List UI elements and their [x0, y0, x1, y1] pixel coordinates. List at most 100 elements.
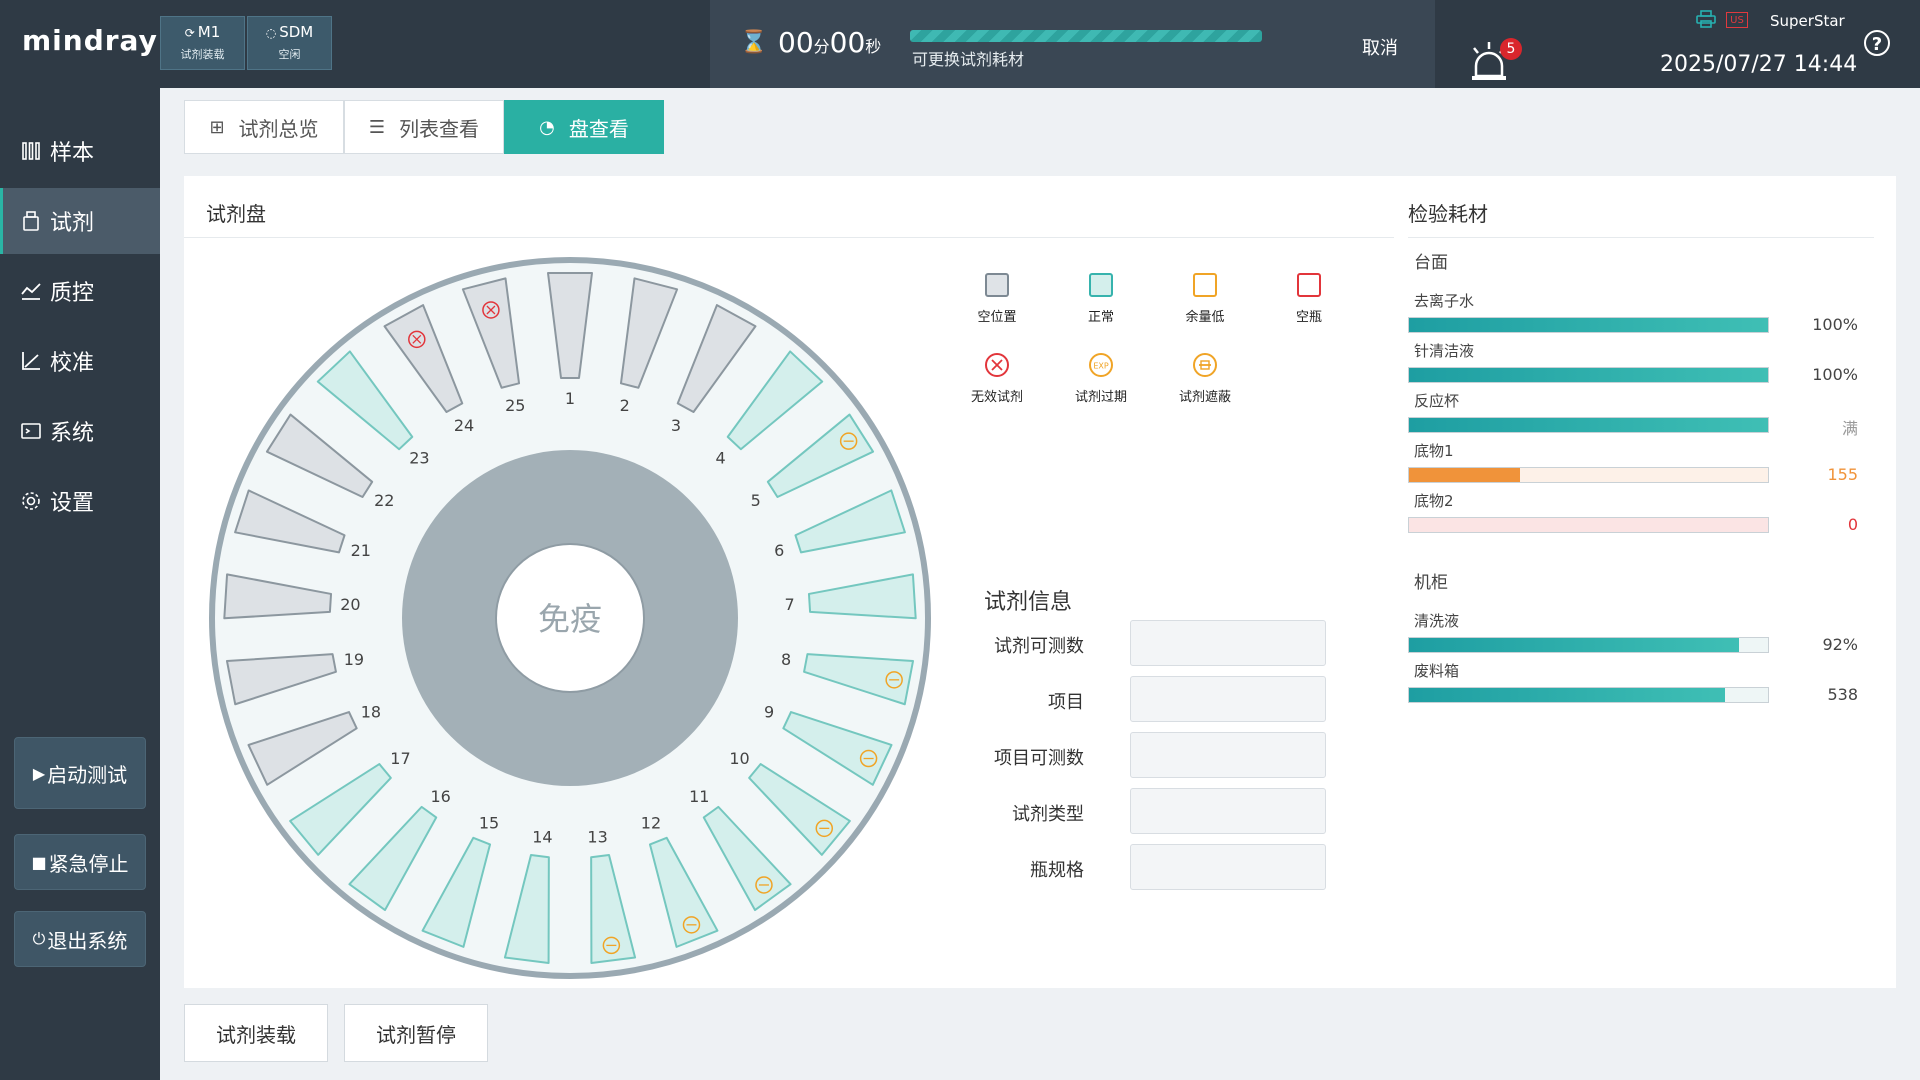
exit-system-button-label: 退出系统 [47, 928, 128, 953]
legend-invalid: 无效试剂 [957, 352, 1037, 405]
nav-item-label: 试剂 [50, 211, 95, 236]
timer-progress-bar [910, 30, 1262, 42]
tray-title: 试剂盘 [206, 202, 266, 226]
view-tabs: ⊞ 试剂总览 ☰ 列表查看 ◔ 盘查看 [184, 100, 664, 156]
nav-item-reagent[interactable]: 试剂 [0, 188, 160, 254]
nav-item-label: 系统 [50, 421, 95, 446]
system-icon [20, 420, 42, 442]
disc-icon: ◔ [539, 116, 555, 138]
start-test-button[interactable]: ▶ 启动测试 [14, 737, 146, 809]
consumable-level-bar [1408, 687, 1769, 703]
printer-icon[interactable] [1696, 10, 1716, 28]
us-status-badge: US [1726, 12, 1748, 28]
nav-item-settings[interactable]: 设置 [0, 468, 160, 534]
slot-number: 11 [689, 787, 709, 806]
gear-icon [20, 490, 42, 512]
nav-item-system[interactable]: 系统 [0, 398, 160, 464]
consumable-level-fill [1409, 688, 1725, 702]
consumable-level-bar [1408, 467, 1769, 483]
legend-exp-icon: EXP [1089, 353, 1113, 377]
reagent-info-value-field [1130, 732, 1326, 778]
legend-label: 空位置 [977, 310, 1017, 325]
reagent-info-title: 试剂信息 [984, 590, 1073, 615]
legend-invalid-icon [985, 353, 1009, 377]
tab-disc-view[interactable]: ◔ 盘查看 [504, 100, 664, 154]
tray-center-label: 免疫 [538, 600, 602, 638]
slot-number: 24 [454, 416, 474, 435]
module-sdm[interactable]: ◌ SDM 空闲 [247, 16, 332, 70]
calibration-icon [20, 350, 42, 372]
reagent-info-label: 瓶规格 [1030, 860, 1084, 881]
reagent-info-label: 试剂类型 [1012, 804, 1084, 825]
grid-icon: ⊞ [209, 116, 225, 138]
svg-text:EXP: EXP [1093, 362, 1109, 371]
legend-label: 试剂遮蔽 [1178, 390, 1231, 405]
legend-empty: 空位置 [957, 272, 1037, 325]
legend-empty-icon [985, 273, 1009, 297]
reagent-info-value-field [1130, 676, 1326, 722]
tab-reagent-overview[interactable]: ⊞ 试剂总览 [184, 100, 344, 154]
timer-label: 可更换试剂耗材 [912, 50, 1025, 69]
reagent-load-button[interactable]: 试剂装载 [184, 1004, 328, 1062]
stop-icon: ■ [31, 852, 47, 872]
tab-label: 试剂总览 [238, 116, 319, 141]
slot-number: 22 [374, 491, 394, 510]
slot-number: 23 [409, 449, 429, 468]
legend-mask-icon [1193, 353, 1217, 377]
nav-item-sample[interactable]: 样本 [0, 118, 160, 184]
slot-number: 18 [361, 703, 381, 722]
emergency-stop-button[interactable]: ■ 紧急停止 [14, 834, 146, 890]
mindray-logo: mindray [22, 24, 158, 57]
slot-number: 25 [505, 396, 525, 415]
module-m1-status: 试剂装载 [180, 48, 225, 61]
legend-normal: 正常 [1061, 272, 1141, 325]
nav-item-qc[interactable]: 质控 [0, 258, 160, 324]
main-panel: 试剂盘 免疫 1 2 3 4 5 6 7 8 9 10 11 12 13 14 15 16 17 18 19 20 21 2… [184, 176, 1896, 988]
legend-mask: 试剂遮蔽 [1165, 352, 1245, 405]
reagent-pause-button[interactable]: 试剂暂停 [344, 1004, 488, 1062]
reagent-tray[interactable]: 免疫1 2345678910111213141516171819202122232… [200, 248, 940, 988]
legend-normal-icon [1089, 273, 1113, 297]
hourglass-icon: ⌛ [740, 30, 768, 55]
slot-number: 12 [641, 814, 661, 833]
slot-number: 2 [620, 396, 630, 415]
top-bar: mindray ⟳ M1 试剂装载 ◌ SDM 空闲 ⌛ 00分00秒 可更换试剂耗… [0, 0, 1920, 88]
exit-system-button[interactable]: ⏻ 退出系统 [14, 911, 146, 967]
tab-list-view[interactable]: ☰ 列表查看 [344, 100, 504, 154]
cabinet-title: 机柜 [1414, 573, 1448, 593]
consumable-value: 100% [1812, 365, 1858, 384]
legend-label: 余量低 [1185, 310, 1225, 325]
nav-item-label: 设置 [50, 491, 95, 516]
consumable-level-bar [1408, 517, 1769, 533]
help-icon[interactable]: ? [1864, 30, 1890, 56]
legend-label: 无效试剂 [970, 390, 1023, 405]
legend-emptybottle-icon [1297, 273, 1321, 297]
module-m1[interactable]: ⟳ M1 试剂装载 [160, 16, 245, 70]
cancel-button[interactable]: 取消 [1362, 34, 1398, 60]
list-icon: ☰ [368, 116, 386, 138]
countdown-timer: 00分00秒 [778, 26, 881, 59]
slot-number: 21 [351, 541, 371, 560]
consumable-level-fill [1409, 368, 1768, 382]
sidebar: 样本试剂质控校准系统设置 ▶ 启动测试 ■ 紧急停止 ⏻ 退出系统 [0, 88, 160, 1080]
current-user[interactable]: SuperStar [1770, 12, 1845, 30]
reagent-info-value-field [1130, 788, 1326, 834]
consumable-label: 清洗液 [1414, 612, 1460, 630]
consumable-value: 155 [1827, 465, 1858, 484]
nav-item-calibration[interactable]: 校准 [0, 328, 160, 394]
consumable-level-fill [1409, 638, 1740, 652]
module-m1-name: M1 [197, 23, 221, 41]
nav-item-label: 质控 [50, 281, 95, 306]
reagent-info-label: 试剂可测数 [994, 636, 1084, 657]
current-datetime: 2025/07/27 14:44 [1660, 52, 1858, 77]
reagent-info-value-field [1130, 620, 1326, 666]
legend-emptybottle: 空瓶 [1269, 272, 1349, 325]
nav-item-label: 校准 [50, 351, 95, 376]
consumable-level-bar [1408, 317, 1769, 333]
consumable-value: 92% [1822, 635, 1858, 654]
consumable-label: 针清洁液 [1414, 342, 1475, 360]
reagent-info-label: 项目 [1048, 692, 1084, 713]
module-status-group: ⟳ M1 试剂装载 ◌ SDM 空闲 [160, 16, 332, 72]
consumable-label: 废料箱 [1414, 662, 1460, 680]
slot-number: 8 [781, 650, 791, 669]
